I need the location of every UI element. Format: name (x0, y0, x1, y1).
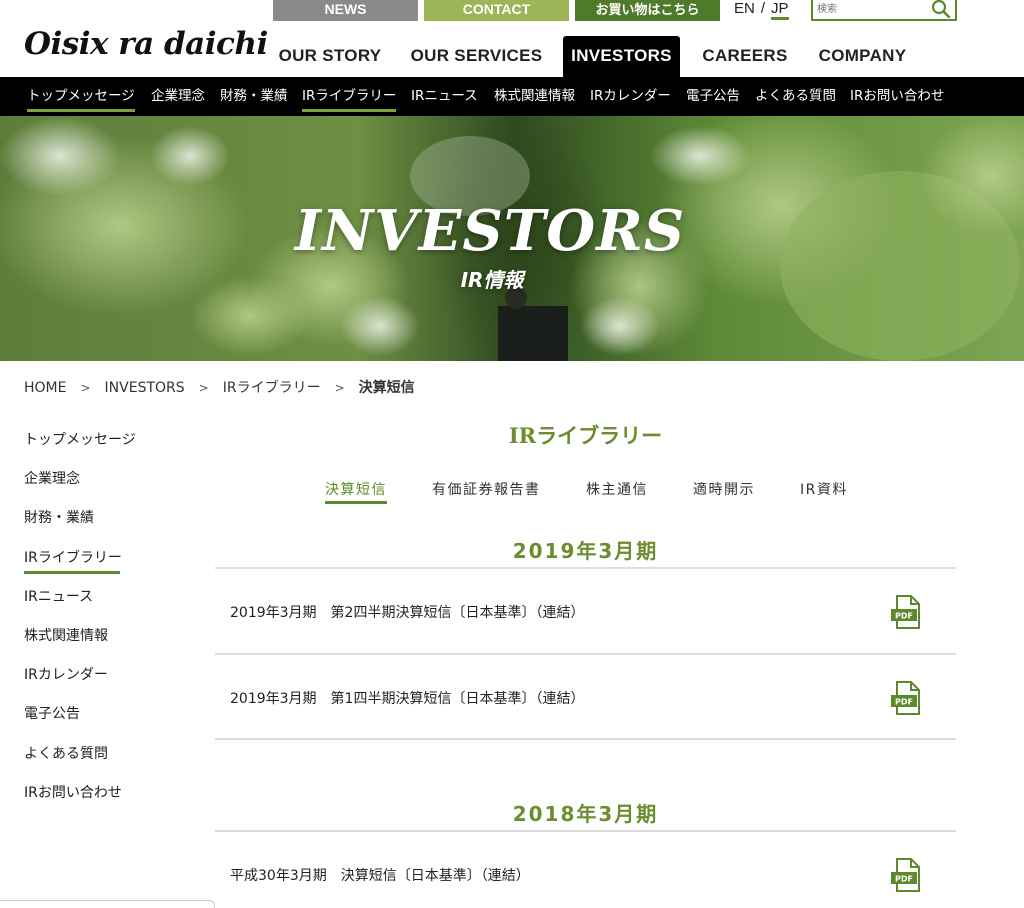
subnav-philosophy[interactable]: 企業理念 (151, 77, 205, 116)
nav-investors[interactable]: INVESTORS (563, 36, 680, 77)
nav-our-story[interactable]: OUR STORY (270, 36, 390, 77)
breadcrumb-separator: > (198, 381, 209, 395)
side-item-label: よくある質問 (24, 745, 108, 762)
footer-edge (0, 900, 215, 908)
side-item-stock-info[interactable]: 株式関連情報 (24, 624, 184, 663)
site-header: Oisix ra daichi NEWS CONTACT お買い物はこちら EN… (0, 0, 1024, 77)
document-title[interactable]: 平成30年3月期 決算短信〔日本基準〕（連結） (230, 865, 530, 885)
list-item[interactable]: 2019年3月期 第1四半期決算短信〔日本基準〕（連結） PDF (215, 655, 956, 739)
news-button[interactable]: NEWS (273, 0, 418, 21)
side-item-ir-news[interactable]: IRニュース (24, 585, 184, 624)
pdf-icon[interactable]: PDF (890, 595, 922, 629)
search-box (811, 0, 957, 21)
side-item-label: 企業理念 (24, 471, 80, 488)
section-heading-year: 2018年3月期 (512, 802, 659, 826)
side-item-ir-calendar[interactable]: IRカレンダー (24, 663, 184, 702)
subnav-top-message[interactable]: トップメッセージ (27, 77, 135, 116)
pdf-icon[interactable]: PDF (890, 858, 922, 892)
contact-button[interactable]: CONTACT (424, 0, 569, 21)
search-icon[interactable] (931, 0, 951, 18)
document-title[interactable]: 2019年3月期 第2四半期決算短信〔日本基準〕（連結） (230, 602, 584, 622)
side-item-faq[interactable]: よくある質問 (24, 742, 184, 781)
side-item-label: 電子公告 (24, 706, 80, 723)
breadcrumb-investors[interactable]: INVESTORS (105, 380, 185, 396)
page-title: IRライブラリー (508, 423, 663, 448)
subnav-e-notice[interactable]: 電子公告 (686, 77, 740, 116)
search-input[interactable] (817, 0, 929, 18)
side-item-label: 株式関連情報 (24, 627, 108, 644)
subnav-ir-calendar[interactable]: IRカレンダー (590, 77, 671, 116)
hero-title: INVESTORS (294, 198, 686, 264)
side-menu: トップメッセージ 企業理念 財務・業績 IRライブラリー IRニュース 株式関連… (24, 428, 184, 820)
pdf-label: PDF (895, 875, 913, 884)
breadcrumb-current: 決算短信 (358, 380, 415, 396)
subnav-ir-contact[interactable]: IRお問い合わせ (850, 77, 944, 116)
tab-timely-disclosure[interactable]: 適時開示 (693, 479, 755, 499)
side-item-ir-contact[interactable]: IRお問い合わせ (24, 781, 184, 820)
breadcrumb-home[interactable]: HOME (24, 380, 66, 396)
side-item-label: IRカレンダー (24, 667, 108, 684)
side-item-financials[interactable]: 財務・業績 (24, 506, 184, 545)
subnav-faq[interactable]: よくある質問 (755, 77, 836, 116)
language-switch: EN / JP (734, 0, 789, 20)
investor-subnav: トップメッセージ 企業理念 財務・業績 IRライブラリー IRニュース 株式関連… (0, 77, 1024, 116)
subnav-stock-info[interactable]: 株式関連情報 (494, 77, 575, 116)
side-item-ir-library[interactable]: IRライブラリー (24, 546, 184, 585)
shop-button[interactable]: お買い物はこちら (575, 0, 720, 21)
side-item-label: トップメッセージ (24, 432, 136, 448)
document-title[interactable]: 2019年3月期 第1四半期決算短信〔日本基準〕（連結） (230, 688, 584, 708)
subnav-ir-library[interactable]: IRライブラリー (302, 77, 397, 116)
nav-our-services[interactable]: OUR SERVICES (408, 36, 545, 77)
section-heading-year: 2019年3月期 (512, 539, 659, 563)
lang-en-link[interactable]: EN (734, 0, 755, 17)
side-item-label: IRお問い合わせ (24, 784, 122, 801)
breadcrumb-separator: > (80, 381, 91, 395)
hero-banner: INVESTORS IR情報 (0, 116, 1024, 361)
side-item-label: 財務・業績 (24, 510, 94, 527)
subnav-financials[interactable]: 財務・業績 (220, 77, 288, 116)
breadcrumb: HOME > INVESTORS > IRライブラリー > 決算短信 (24, 377, 415, 397)
hero-subtitle: IR情報 (460, 268, 524, 292)
tab-earnings-summary[interactable]: 決算短信 (325, 479, 387, 504)
side-item-top-message[interactable]: トップメッセージ (24, 428, 184, 467)
side-item-philosophy[interactable]: 企業理念 (24, 467, 184, 506)
subnav-ir-news[interactable]: IRニュース (411, 77, 478, 116)
side-item-e-notice[interactable]: 電子公告 (24, 702, 184, 741)
site-logo[interactable]: Oisix ra daichi (24, 26, 268, 62)
nav-careers[interactable]: CAREERS (697, 36, 793, 77)
list-item[interactable]: 平成30年3月期 決算短信〔日本基準〕（連結） PDF (215, 832, 956, 908)
nav-company[interactable]: COMPANY (812, 36, 913, 77)
lang-jp-link[interactable]: JP (771, 0, 789, 20)
tab-ir-materials[interactable]: IR資料 (800, 479, 848, 499)
pdf-icon[interactable]: PDF (890, 681, 922, 715)
pdf-label: PDF (895, 612, 913, 621)
breadcrumb-separator: > (334, 381, 345, 395)
pdf-label: PDF (895, 698, 913, 707)
tab-securities-report[interactable]: 有価証券報告書 (432, 479, 541, 499)
lang-separator: / (760, 0, 766, 17)
tab-shareholder-letter[interactable]: 株主通信 (586, 479, 648, 499)
breadcrumb-ir-library[interactable]: IRライブラリー (223, 377, 321, 397)
side-item-label: IRライブラリー (24, 546, 122, 574)
side-item-label: IRニュース (24, 588, 94, 605)
divider (215, 738, 956, 740)
list-item[interactable]: 2019年3月期 第2四半期決算短信〔日本基準〕（連結） PDF (215, 569, 956, 653)
